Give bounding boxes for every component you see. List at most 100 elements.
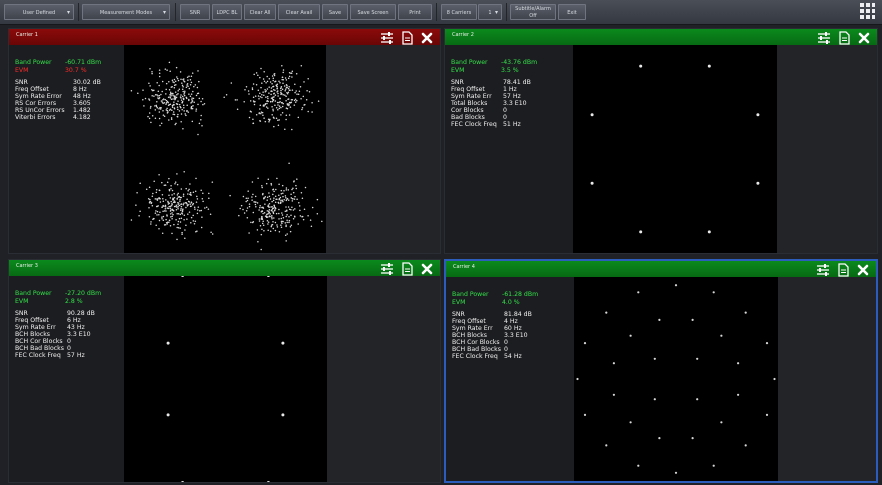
constellation-point [144,97,147,100]
close-icon[interactable] [420,30,434,44]
constellation-point [154,105,156,107]
document-icon[interactable] [837,30,851,45]
constellation-point [181,233,183,235]
constellation-point [181,210,184,213]
constellation-point [280,220,283,223]
constellation-point [177,223,179,225]
constellation-point [756,181,760,185]
stat-row: Freq Offset 8 Hz [15,86,87,93]
constellation-point [247,197,249,199]
constellation-point [169,108,172,110]
stat-label: Bad Blocks [451,114,485,121]
constellation-point [296,198,298,200]
constellation-point [135,204,137,206]
constellation-point [260,112,262,115]
clear-all-button[interactable]: Clear All [244,4,276,20]
stat-row: SNR 90.28 dB [15,310,95,317]
constellation-point [285,224,287,226]
constellation-point [281,105,284,108]
carrier-panel-4[interactable]: Carrier 4 Band Power -61.28 dBm EVM 4.0 % SNR… [444,259,878,483]
constellation-point [691,318,694,321]
constellation-point [266,102,268,105]
document-icon[interactable] [836,262,850,277]
stat-row: Freq Offset 1 Hz [451,86,517,93]
print-button[interactable]: Print [398,4,432,20]
constellation-point [291,200,294,202]
constellation-point [284,210,287,212]
document-icon[interactable] [400,261,414,276]
carrier-panel-2[interactable]: Carrier 2 Band Power -43.76 dBm EVM 3.5 % SNR… [444,28,878,254]
constellation-point [311,101,313,104]
constellation-point [269,230,272,233]
constellation-point [283,85,286,87]
constellation-point [174,123,176,126]
constellation-point [180,94,182,96]
constellation-point [263,117,265,119]
constellation-point [272,109,274,112]
carrier-panel-3[interactable]: Carrier 3 Band Power -27.20 dBm EVM 2.8 % SNR… [8,259,441,483]
constellation-point [284,88,287,90]
constellation-point [177,113,179,116]
constellation-point [150,121,152,124]
panel-title: Carrier 1 [16,32,38,38]
constellation-point [165,101,168,104]
carrier-panel-1[interactable]: Carrier 1 Band Power -60.71 dBm EVM 30.7 % SN… [8,28,441,254]
constellation-point [177,202,180,204]
save-button[interactable]: Save [322,4,348,20]
settings-sliders-icon[interactable] [380,261,394,275]
close-icon[interactable] [420,261,434,275]
constellation-point [171,194,173,196]
constellation-point [293,180,295,182]
toolbar-divider [175,3,176,21]
constellation-point [179,200,181,202]
exit-button[interactable]: Exit [558,4,586,20]
constellation-point [285,210,288,212]
settings-sliders-icon[interactable] [380,30,394,44]
constellation-point [276,226,279,228]
close-icon[interactable] [857,30,871,44]
settings-sliders-icon[interactable] [816,262,830,276]
constellation-point [280,199,282,201]
constellation-point [274,80,276,83]
constellation-point [258,209,260,211]
constellation-point [275,106,278,109]
clear-avail-button[interactable]: Clear Avail [278,4,320,20]
carriers-select[interactable]: 8 Carriers [441,4,477,20]
constellation-point [288,208,291,211]
constellation-point [280,87,282,89]
constellation-point [268,205,270,208]
carriers-value-select[interactable]: 1 ▾ [478,4,502,20]
constellation-point [266,210,269,212]
close-icon[interactable] [856,262,870,276]
constellation-point [264,203,266,205]
constellation-point [263,212,266,214]
settings-sliders-icon[interactable] [817,30,831,44]
constellation-point [197,92,200,94]
constellation-point [261,184,263,187]
constellation-point [293,198,296,200]
constellation-point [288,221,290,224]
save-screen-button[interactable]: Save Screen [350,4,396,20]
constellation-point [155,189,158,191]
constellation-point [181,108,183,111]
constellation-point [274,229,277,232]
snr-button[interactable]: SNR [180,4,210,20]
constellation-point [289,89,291,91]
measurement-modes-dropdown[interactable]: Measurement Modes ▾ [82,4,170,20]
constellation-point [151,70,153,73]
subtitle-alarm-button[interactable]: Subtitle/Alarm Off [510,4,556,20]
stat-row: Freq Offset 4 Hz [452,318,518,325]
user-defined-dropdown[interactable]: User Defined ▾ [4,4,74,20]
constellation-point [737,393,740,396]
constellation-point [268,86,270,88]
stat-label: SNR [15,79,28,86]
layout-grid-icon[interactable] [860,3,876,21]
constellation-point [756,113,760,117]
ldpc-button[interactable]: LDPC BL [212,4,242,20]
document-icon[interactable] [400,30,414,45]
constellation-point [230,82,233,84]
constellation-point [274,201,277,203]
constellation-point [295,90,297,92]
constellation-point [252,118,254,120]
constellation-point [261,228,263,230]
